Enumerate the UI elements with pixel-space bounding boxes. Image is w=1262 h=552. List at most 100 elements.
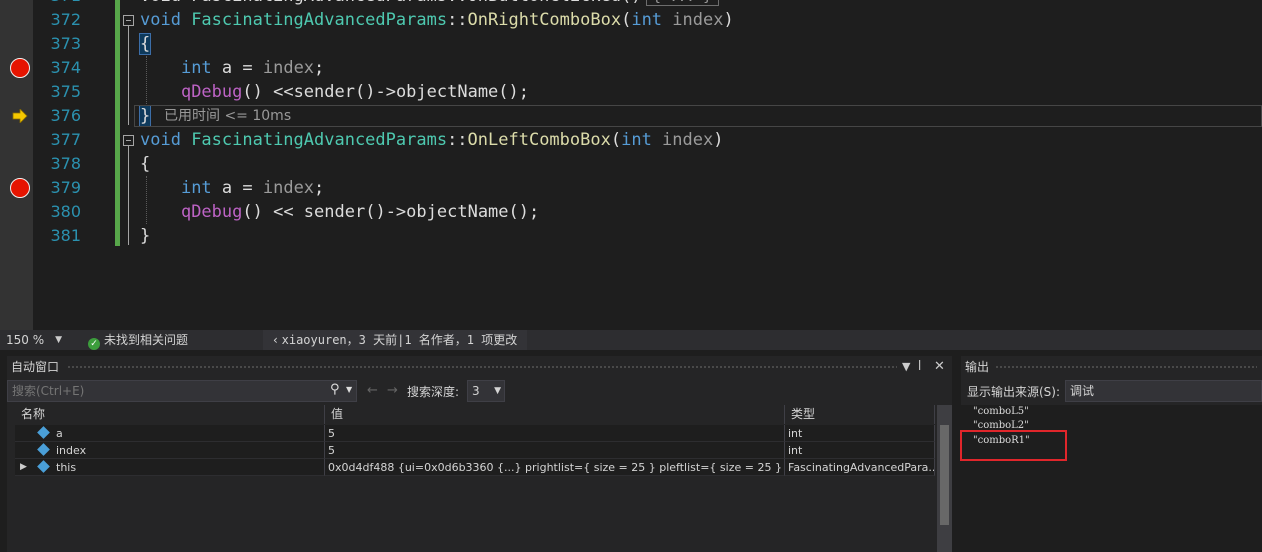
blame-text: xiaoyuren，3 天前|1 名作者，1 项更改 — [281, 333, 518, 347]
chevron-down-icon: ▼ — [494, 386, 501, 396]
arrow-right-icon[interactable]: → — [387, 383, 398, 398]
code-line-380[interactable]: 380 qDebug() << sender()->objectName(); — [0, 200, 1262, 224]
code-text: qDebug() << sender()->objectName(); — [180, 202, 540, 222]
cell-type: int — [785, 442, 935, 459]
code-text: int a = index; — [180, 178, 325, 198]
table-row[interactable]: a 5 int — [15, 425, 935, 442]
table-row[interactable]: index 5 int — [15, 442, 935, 459]
code-line-374[interactable]: 374 int a = index; — [0, 56, 1262, 80]
output-source-value: 调试 — [1070, 384, 1095, 398]
zoom-value: 150 % — [6, 333, 45, 347]
editor-status-strip: 150 % ▼ ✓ 未找到相关问题 ‹ xiaoyuren，3 天前|1 名作者，… — [0, 330, 1262, 350]
chevron-down-icon: ▼ — [55, 335, 62, 345]
code-line-379[interactable]: 379 int a = index; — [0, 176, 1262, 200]
code-text: int a = index; — [180, 58, 325, 78]
output-source-row: 显示输出来源(S): 调试 — [961, 379, 1262, 403]
autos-search-row: ⚲ ▼ ← → 搜索深度: 3 ▼ — [7, 379, 952, 403]
breakpoint-icon[interactable] — [10, 58, 30, 78]
variable-icon — [37, 460, 50, 473]
code-line-373[interactable]: 373 { — [0, 32, 1262, 56]
output-text-area[interactable]: "comboL5" "comboL2" "comboR1" — [960, 405, 1262, 552]
cell-name: index — [15, 442, 325, 459]
code-line-375[interactable]: 375 qDebug() <<sender()->objectName(); — [0, 80, 1262, 104]
perf-tip: 已用时间 <= 10ms — [164, 108, 292, 124]
cell-type: FascinatingAdvancedPara... — [785, 459, 935, 476]
expand-triangle-icon[interactable]: ▶ — [20, 459, 27, 475]
code-line-381[interactable]: 381} — [0, 224, 1262, 248]
cell-name: a — [15, 425, 325, 442]
line-number: 380 — [50, 202, 81, 221]
line-number: 377 — [50, 130, 81, 149]
search-options-chevron-icon[interactable]: ▼ — [346, 385, 352, 394]
window-menu-chevron-icon[interactable]: ▼ — [902, 356, 910, 378]
highlight-box — [960, 430, 1067, 461]
indent-guide — [146, 176, 147, 224]
code-text: { — [138, 33, 152, 55]
collapsed-region[interactable]: { ... } — [645, 0, 719, 6]
code-text: void FascinatingAdvancedParams::OnRightC… — [140, 10, 734, 30]
line-number: 371 — [33, 0, 81, 8]
code-line-378[interactable]: 378 { — [0, 152, 1262, 176]
line-number: 374 — [50, 58, 81, 77]
code-line-partial: 371void FascinatingAdvancedParams::OnBut… — [0, 0, 1262, 8]
cell-type: int — [785, 425, 935, 442]
pin-icon[interactable]: ꟾ — [918, 356, 921, 378]
column-header-name[interactable]: 名称 — [15, 405, 325, 424]
zoom-dropdown[interactable]: 150 % ▼ — [6, 331, 66, 349]
fold-guide — [128, 25, 129, 125]
search-depth-select[interactable]: 3 ▼ — [467, 380, 505, 402]
code-text: } — [140, 226, 151, 246]
code-line-372[interactable]: 372 void FascinatingAdvancedParams::OnRig… — [0, 8, 1262, 32]
line-number: 379 — [50, 178, 81, 197]
current-line-highlight — [134, 105, 1262, 127]
column-header-type[interactable]: 类型 — [785, 405, 935, 424]
variable-icon — [37, 426, 50, 439]
title-grip — [995, 365, 1257, 369]
output-source-select[interactable]: 调试 — [1065, 380, 1262, 402]
breakpoint-icon[interactable] — [10, 178, 30, 198]
autos-title-bar: 自动窗口 ▼ ꟾ ✕ — [7, 356, 952, 378]
code-text: qDebug() <<sender()->objectName(); — [180, 82, 530, 102]
table-row[interactable]: ▶ this 0x0d4df488 {ui=0x0d6b3360 {...} pri… — [15, 459, 935, 476]
issues-text: 未找到相关问题 — [104, 333, 189, 347]
line-number: 381 — [50, 226, 81, 245]
autos-search-box[interactable]: ⚲ ▼ — [7, 380, 357, 402]
autos-window: 自动窗口 ▼ ꟾ ✕ ⚲ ▼ ← → 搜索深度: 3 ▼ 名称 值 类型 a5i… — [7, 356, 952, 552]
line-number: 372 — [50, 10, 81, 29]
output-title-bar: 输出 — [961, 356, 1262, 378]
output-source-label: 显示输出来源(S): — [967, 385, 1061, 399]
output-title: 输出 — [965, 360, 990, 374]
execution-pointer-icon — [12, 108, 28, 124]
changed-lines-bar — [115, 0, 120, 128]
autos-search-input[interactable] — [12, 383, 312, 399]
chevron-left-icon: ‹ — [273, 333, 282, 347]
cell-value[interactable]: 5 — [325, 442, 785, 459]
search-depth-value: 3 — [472, 384, 480, 398]
column-header-value[interactable]: 值 — [325, 405, 785, 424]
line-number: 373 — [50, 34, 81, 53]
line-number: 378 — [50, 154, 81, 173]
line-number: 375 — [50, 82, 81, 101]
code-line-377[interactable]: 377 void FascinatingAdvancedParams::OnLef… — [0, 128, 1262, 152]
git-blame-codelens[interactable]: ‹ xiaoyuren，3 天前|1 名作者，1 项更改 — [263, 330, 528, 350]
cell-value[interactable]: 5 — [325, 425, 785, 442]
code-text: { — [140, 154, 151, 174]
title-grip — [67, 365, 897, 369]
changed-lines-bar — [115, 128, 120, 246]
close-icon[interactable]: ✕ — [934, 356, 945, 378]
check-circle-icon: ✓ — [88, 338, 100, 350]
scrollbar-thumb[interactable] — [940, 425, 949, 525]
line-number: 376 — [50, 106, 81, 125]
cell-name: ▶ this — [15, 459, 325, 476]
cell-value[interactable]: 0x0d4df488 {ui=0x0d6b3360 {...} prightli… — [325, 459, 785, 476]
output-line: "comboL5" — [973, 406, 1029, 417]
autos-scrollbar[interactable] — [937, 405, 952, 552]
issues-indicator[interactable]: ✓ 未找到相关问题 — [88, 331, 188, 350]
fold-guide — [128, 145, 129, 245]
autos-title: 自动窗口 — [11, 360, 60, 374]
search-icon[interactable]: ⚲ — [330, 382, 340, 397]
arrow-left-icon[interactable]: ← — [367, 383, 378, 398]
variable-icon — [37, 443, 50, 456]
code-editor[interactable]: 371void FascinatingAdvancedParams::OnBut… — [0, 0, 1262, 330]
search-depth-label: 搜索深度: — [407, 385, 460, 399]
